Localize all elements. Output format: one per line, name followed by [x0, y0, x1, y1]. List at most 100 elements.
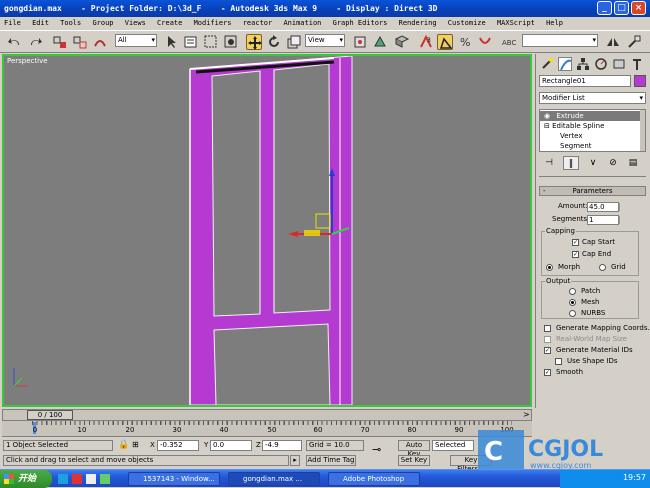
menu-edit[interactable]: Edit [32, 19, 49, 27]
quicklaunch-icon[interactable] [100, 474, 110, 484]
stack-item-editable-spline[interactable]: ⊟ Editable Spline [540, 121, 645, 131]
real-world-checkbox[interactable] [544, 336, 551, 343]
reference-coordinate-dropdown[interactable]: View [305, 34, 345, 47]
bind-space-warp-icon[interactable] [92, 34, 108, 50]
motion-tab-icon[interactable] [594, 57, 608, 71]
cap-end-checkbox[interactable]: ✓ [572, 251, 579, 258]
set-key-button[interactable]: Set Key [398, 455, 430, 466]
select-and-rotate-icon[interactable] [266, 34, 282, 50]
lock-icon[interactable]: 🔒 [118, 440, 129, 450]
undo-icon[interactable] [7, 34, 23, 50]
snap-toggle-icon[interactable]: 3 [418, 34, 434, 50]
menu-modifiers[interactable]: Modifiers [194, 19, 232, 27]
bulb-icon[interactable]: ◉ [544, 112, 552, 120]
stack-scrollbar[interactable] [640, 110, 645, 151]
hierarchy-tab-icon[interactable] [576, 57, 590, 71]
angle-snap-icon[interactable] [437, 34, 453, 50]
window-frame-model[interactable] [189, 56, 353, 405]
show-end-result-icon[interactable]: ‖ [563, 156, 579, 170]
configure-sets-icon[interactable]: ▤ [625, 156, 641, 170]
edit-named-selection-icon[interactable]: ABC [501, 34, 517, 50]
patch-radio[interactable] [569, 288, 576, 295]
select-link-icon[interactable] [52, 34, 68, 50]
menu-maxscript[interactable]: MAXScript [497, 19, 535, 27]
maximize-button[interactable]: □ [614, 1, 629, 15]
menu-graph-editors[interactable]: Graph Editors [333, 19, 388, 27]
maxscript-listener-icon[interactable]: ▸ [290, 455, 300, 466]
quicklaunch-icon[interactable] [86, 474, 96, 484]
stack-item-vertex[interactable]: Vertex [540, 131, 645, 141]
time-slider-thumb[interactable]: 0 / 100 [27, 410, 73, 420]
perspective-viewport[interactable]: Perspective [2, 54, 532, 407]
select-by-name-icon[interactable] [183, 34, 199, 50]
gen-mapping-checkbox[interactable] [544, 325, 551, 332]
spinner-snap-icon[interactable] [477, 34, 493, 50]
cap-start-checkbox[interactable]: ✓ [572, 239, 579, 246]
modify-tab-icon[interactable] [558, 57, 572, 71]
time-slider[interactable]: 0 / 100 > [2, 409, 532, 421]
grid-radio[interactable] [599, 264, 606, 271]
redo-icon[interactable] [27, 34, 43, 50]
stack-item-extrude[interactable]: ◉ Extrude [540, 111, 645, 121]
close-button[interactable]: × [631, 1, 646, 15]
mesh-radio[interactable] [569, 299, 576, 306]
x-coordinate-field[interactable]: -0.352 [157, 440, 199, 451]
create-tab-icon[interactable] [540, 57, 554, 71]
z-coordinate-field[interactable]: -4.9 [262, 440, 302, 451]
menu-file[interactable]: File [4, 19, 21, 27]
object-name-field[interactable]: Rectangle01 [539, 75, 631, 87]
utilities-tab-icon[interactable] [630, 57, 644, 71]
menu-create[interactable]: Create [157, 19, 182, 27]
track-bar[interactable]: 0 10 20 30 40 50 60 70 80 90 100 [2, 421, 532, 437]
use-pivot-center-icon[interactable] [352, 34, 368, 50]
y-coordinate-field[interactable]: 0.0 [210, 440, 252, 451]
key-icon[interactable]: ⊸ [372, 443, 381, 456]
stack-item-segment[interactable]: Segment [540, 141, 645, 151]
menu-group[interactable]: Group [92, 19, 113, 27]
morph-radio[interactable] [546, 264, 553, 271]
gen-material-ids-checkbox[interactable]: ✓ [544, 347, 551, 354]
object-color-swatch[interactable] [634, 75, 646, 87]
mirror-icon[interactable] [605, 34, 621, 50]
expand-icon[interactable]: ⊟ [544, 122, 552, 130]
smooth-checkbox[interactable]: ✓ [544, 369, 551, 376]
next-frame-icon[interactable]: > [523, 410, 530, 420]
remove-modifier-icon[interactable]: ⊘ [605, 156, 621, 170]
quicklaunch-icon[interactable] [58, 474, 68, 484]
segments-spinner[interactable]: 1 [587, 215, 620, 225]
minimize-button[interactable]: _ [597, 1, 612, 15]
selection-filter-dropdown[interactable]: All [115, 34, 157, 47]
nurbs-radio[interactable] [569, 310, 576, 317]
task-explorer[interactable]: 1537143 - Window... [128, 472, 220, 486]
select-and-scale-icon[interactable] [286, 34, 302, 50]
absolute-mode-icon[interactable]: ⊞ [132, 440, 139, 449]
display-tab-icon[interactable] [612, 57, 626, 71]
quicklaunch-icon[interactable] [72, 474, 82, 484]
task-photoshop[interactable]: Adobe Photoshop [328, 472, 420, 486]
named-selection-dropdown[interactable] [522, 34, 598, 47]
pin-stack-icon[interactable]: ⊣ [541, 156, 557, 170]
add-time-tag-button[interactable]: Add Time Tag [306, 455, 356, 466]
rectangular-selection-icon[interactable] [203, 34, 219, 50]
menu-reactor[interactable]: reactor [243, 19, 273, 27]
select-object-icon[interactable] [163, 34, 179, 50]
task-3dsmax[interactable]: gongdian.max ... [228, 472, 320, 486]
window-crossing-icon[interactable] [223, 34, 239, 50]
modifier-list-dropdown[interactable]: Modifier List [539, 92, 646, 104]
align-icon[interactable] [626, 34, 642, 50]
menu-rendering[interactable]: Rendering [399, 19, 437, 27]
keyboard-shortcut-icon[interactable] [394, 34, 410, 50]
select-manipulate-icon[interactable] [372, 34, 388, 50]
parameters-rollout-header[interactable]: - Parameters [539, 186, 646, 196]
amount-spinner[interactable]: 45.0 [587, 202, 620, 212]
menu-views[interactable]: Views [125, 19, 146, 27]
menu-animation[interactable]: Animation [283, 19, 321, 27]
menu-help[interactable]: Help [546, 19, 563, 27]
auto-key-button[interactable]: Auto Key [398, 440, 430, 458]
make-unique-icon[interactable]: ∨ [585, 156, 601, 170]
menu-customize[interactable]: Customize [448, 19, 486, 27]
menu-tools[interactable]: Tools [60, 19, 81, 27]
unlink-icon[interactable] [72, 34, 88, 50]
select-and-move-icon[interactable] [246, 34, 262, 50]
start-button[interactable]: 开始 [0, 470, 52, 488]
